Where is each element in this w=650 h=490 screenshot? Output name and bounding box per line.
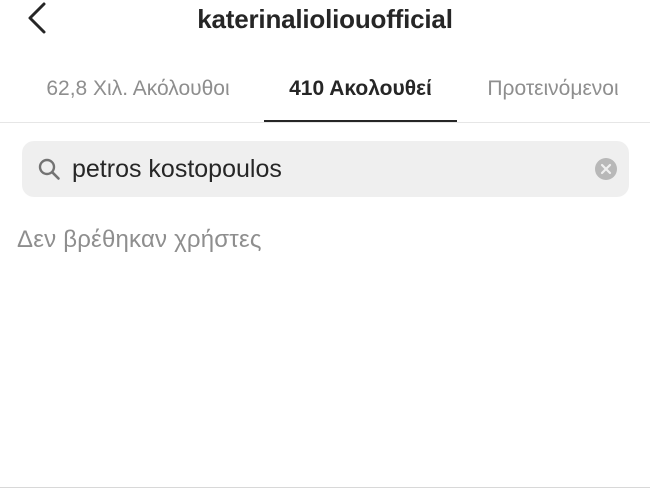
- search-input[interactable]: [72, 141, 572, 197]
- top-bar: katerinalioliouofficial: [0, 0, 650, 44]
- follow-tabs: 62,8 Χιλ. Ακόλουθοι 410 Ακολουθεί Προτει…: [0, 60, 650, 123]
- profile-username-title: katerinalioliouofficial: [197, 4, 453, 34]
- search-icon: [38, 158, 60, 180]
- tab-suggested[interactable]: Προτεινόμενοι: [468, 60, 638, 121]
- no-users-found-message: Δεν βρέθηκαν χρήστες: [17, 226, 262, 253]
- bottom-divider: [0, 487, 650, 488]
- clear-icon[interactable]: [595, 158, 617, 180]
- tab-followers[interactable]: 62,8 Χιλ. Ακόλουθοι: [24, 60, 252, 121]
- tab-following[interactable]: 410 Ακολουθεί: [264, 60, 457, 122]
- search-bar: [22, 141, 629, 197]
